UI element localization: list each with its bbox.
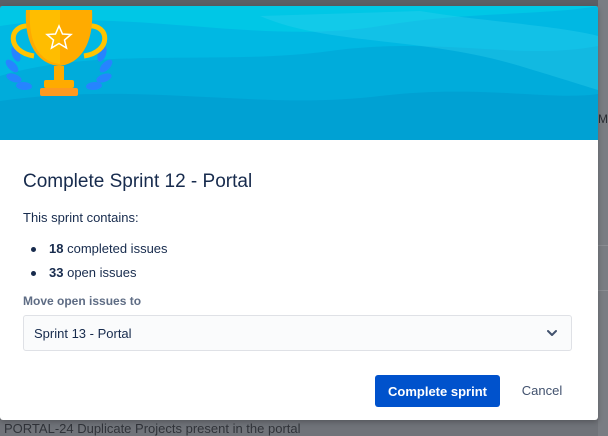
background-right-column [598, 0, 608, 436]
trophy-icon [5, 10, 113, 96]
sprint-issue-summary: 18 completed issues 33 open issues [29, 239, 168, 287]
divider [598, 245, 608, 246]
chevron-down-icon [547, 330, 557, 336]
list-item: 33 open issues [29, 263, 168, 287]
complete-sprint-button[interactable]: Complete sprint [375, 375, 500, 407]
bullet-icon [31, 271, 36, 276]
completed-label: completed issues [67, 241, 168, 256]
dialog-hero-banner [0, 6, 598, 140]
sprint-contains-label: This sprint contains: [23, 210, 139, 225]
move-issues-select[interactable]: Sprint 13 - Portal [23, 315, 572, 351]
complete-sprint-dialog: Complete Sprint 12 - Portal This sprint … [0, 6, 598, 420]
move-open-issues-label: Move open issues to [23, 294, 142, 308]
bullet-icon [31, 247, 36, 252]
completed-count: 18 [49, 241, 64, 256]
move-issues-select-value: Sprint 13 - Portal [34, 326, 132, 341]
list-item: 18 completed issues [29, 239, 168, 263]
background-issue-text: PORTAL-24 Duplicate Projects present in … [4, 421, 301, 436]
background-text-right: Me [598, 112, 608, 126]
dialog-title: Complete Sprint 12 - Portal [23, 171, 253, 192]
open-count: 33 [49, 265, 64, 280]
open-label: open issues [67, 265, 137, 280]
cancel-button[interactable]: Cancel [512, 375, 572, 407]
divider [598, 290, 608, 291]
